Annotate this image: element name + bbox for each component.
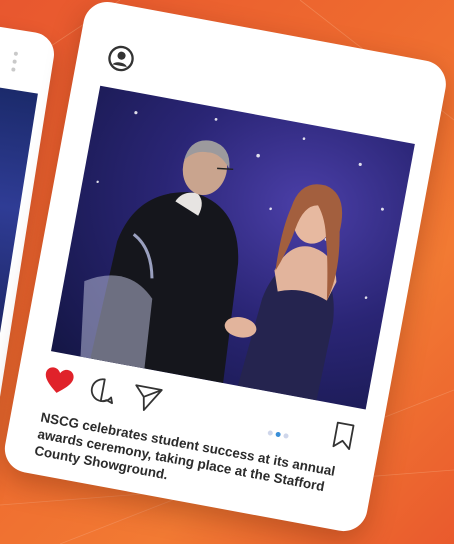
carousel-indicator bbox=[267, 422, 300, 439]
paper-plane-icon[interactable] bbox=[130, 382, 165, 415]
heart-icon[interactable] bbox=[41, 365, 76, 398]
carousel-dot-active[interactable] bbox=[275, 431, 282, 438]
bookmark-icon[interactable] bbox=[330, 420, 357, 452]
user-circle-icon[interactable] bbox=[105, 43, 136, 74]
carousel-dot[interactable] bbox=[267, 430, 274, 436]
post-photo bbox=[51, 85, 415, 410]
awards-ceremony-photo bbox=[80, 111, 384, 401]
comment-bubble-icon[interactable] bbox=[86, 374, 119, 407]
carousel-dot[interactable] bbox=[283, 433, 289, 439]
vertical-dots-icon[interactable] bbox=[10, 51, 20, 76]
